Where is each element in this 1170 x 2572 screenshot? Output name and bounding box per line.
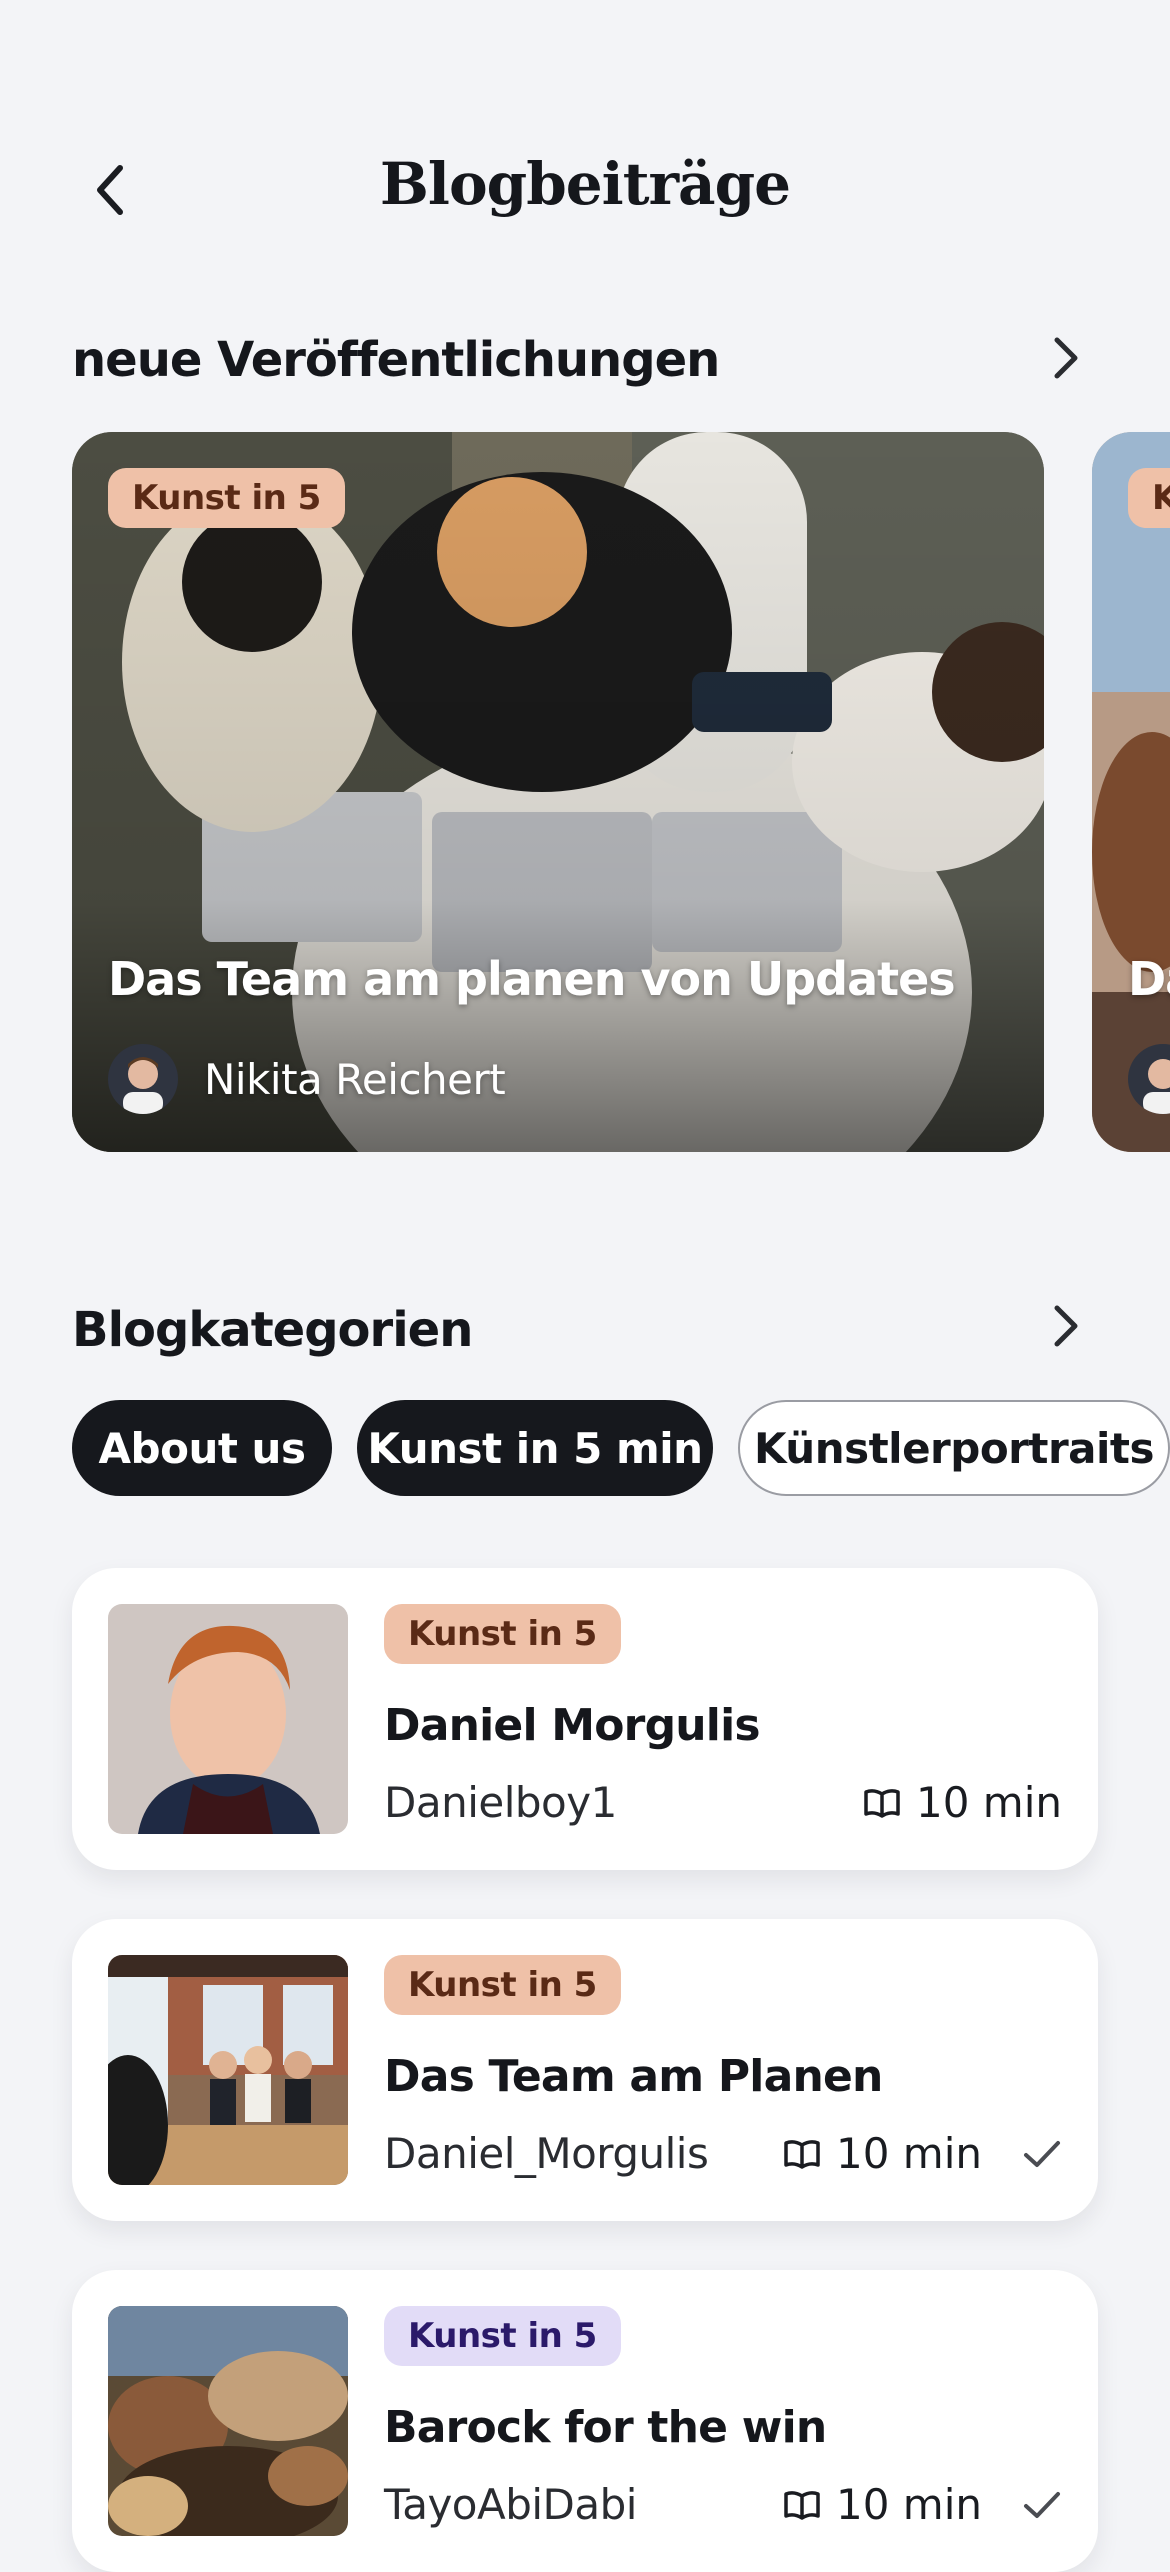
post-thumbnail: [108, 2306, 348, 2536]
post-meta: 10 min: [782, 2480, 1062, 2529]
post-author: Danielboy1: [384, 1778, 617, 1827]
featured-card-badge: Kunst in 5: [108, 468, 345, 528]
category-chip-kuenstlerportraits[interactable]: Künstlerportraits: [738, 1400, 1170, 1496]
post-title: Daniel Morgulis: [384, 1700, 761, 1751]
category-chip-kunst-in-5-min[interactable]: Kunst in 5 min: [357, 1400, 713, 1496]
chevron-right-icon: [1054, 1305, 1078, 1347]
post-meta: 10 min: [782, 2129, 1062, 2178]
categories-section-title: Blogkategorien: [72, 1302, 473, 1358]
post-title: Das Team am Planen: [384, 2051, 883, 2102]
post-thumbnail: [108, 1604, 348, 1834]
category-chip-about-us[interactable]: About us: [72, 1400, 332, 1496]
page-title: Blogbeiträge: [379, 150, 791, 218]
post-card[interactable]: Kunst in 5 Das Team am Planen Daniel_Mor…: [72, 1919, 1098, 2221]
featured-see-all-button[interactable]: [1036, 328, 1096, 388]
post-read-time: 10 min: [836, 2129, 982, 2178]
featured-section-title: neue Veröffentlichungen: [72, 332, 720, 388]
book-open-icon: [864, 1788, 900, 1818]
avatar: [108, 1044, 178, 1114]
post-title: Barock for the win: [384, 2402, 827, 2453]
post-thumbnail: [108, 1955, 348, 2185]
post-author: TayoAbiDabi: [384, 2480, 637, 2529]
featured-card-title: Das Team am planen von Updates: [108, 952, 956, 1006]
post-card[interactable]: Kunst in 5 Daniel Morgulis Danielboy1 10…: [72, 1568, 1098, 1870]
post-badge: Kunst in 5: [384, 1955, 621, 2015]
post-card[interactable]: Kunst in 5 Barock for the win TayoAbiDab…: [72, 2270, 1098, 2572]
featured-card-author: Nikita Reichert: [108, 1044, 506, 1114]
featured-card-badge: K: [1128, 468, 1170, 528]
post-read-time: 10 min: [836, 2480, 982, 2529]
featured-card[interactable]: Kunst in 5 Das Team am planen von Update…: [72, 432, 1044, 1152]
post-badge: Kunst in 5: [384, 2306, 621, 2366]
checkmark-icon: [1024, 2140, 1060, 2167]
book-open-icon: [784, 2490, 820, 2520]
categories-see-all-button[interactable]: [1036, 1296, 1096, 1356]
book-open-icon: [784, 2139, 820, 2169]
post-meta: 10 min: [862, 1778, 1062, 1827]
checkmark-icon: [1024, 2491, 1060, 2518]
post-author: Daniel_Morgulis: [384, 2129, 709, 2178]
featured-card-title: Da: [1128, 952, 1170, 1006]
featured-card[interactable]: K Da: [1092, 432, 1170, 1152]
featured-card-author-name: Nikita Reichert: [204, 1054, 506, 1104]
post-badge: Kunst in 5: [384, 1604, 621, 1664]
post-read-time: 10 min: [916, 1778, 1062, 1827]
chevron-right-icon: [1054, 337, 1078, 379]
